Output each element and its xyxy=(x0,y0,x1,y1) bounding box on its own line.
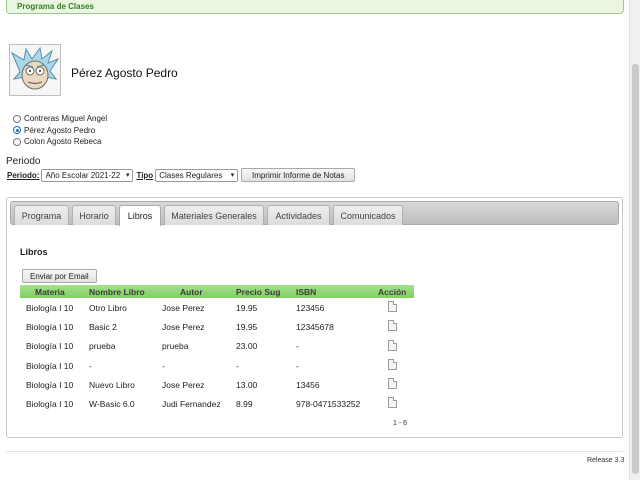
table-row: Biología I 10 Nuevo Libro Jose Perez 13.… xyxy=(20,375,414,394)
cell-isbn: - xyxy=(296,341,299,352)
student-option-label: Contreras Miguel Angel xyxy=(24,114,108,124)
radio-perez[interactable] xyxy=(13,126,21,135)
student-selector: Contreras Miguel Angel Pérez Agosto Pedr… xyxy=(13,113,107,148)
table-row: Biología I 10 - - - - xyxy=(20,356,414,375)
periodo-select-value: Año Escolar 2021-22 xyxy=(45,170,121,180)
cell-autor: Jose Perez xyxy=(162,321,205,332)
student-option[interactable]: Contreras Miguel Angel xyxy=(13,113,107,125)
col-precio-sug[interactable]: Precio Sug xyxy=(236,287,280,297)
cell-materia: Biología I 10 xyxy=(26,302,74,313)
tab-bar: Programa Horario Libros Materiales Gener… xyxy=(10,201,619,226)
cell-autor: prueba xyxy=(162,341,189,352)
periodo-select[interactable]: Año Escolar 2021-22 ▾ xyxy=(41,168,134,182)
cell-isbn: - xyxy=(296,360,299,371)
cell-nombre-libro: Nuevo Libro xyxy=(89,379,135,390)
table-row: Biología I 10 Otro Libro Jose Perez 19.9… xyxy=(20,298,414,317)
cell-materia: Biología I 10 xyxy=(26,360,74,371)
col-isbn[interactable]: ISBN xyxy=(296,287,316,297)
table-header: Materia Nombre Libro Autor Precio Sug IS… xyxy=(20,285,414,298)
tab-horario[interactable]: Horario xyxy=(72,205,116,225)
section-title: Libros xyxy=(20,247,48,257)
cell-nombre-libro: Basic 2 xyxy=(89,321,117,332)
col-accion: Acción xyxy=(378,286,407,297)
radio-contreras[interactable] xyxy=(13,114,21,123)
cell-precio: 8.99 xyxy=(236,399,253,410)
filter-row: Periodo: Año Escolar 2021-22 ▾ Tipo Clas… xyxy=(7,168,356,182)
banner-title: Programa de Clases xyxy=(17,2,94,11)
periodo-label: Periodo: xyxy=(7,170,40,180)
tabs-panel: Programa Horario Libros Materiales Gener… xyxy=(6,197,623,438)
send-email-button[interactable]: Enviar por Email xyxy=(22,269,97,283)
cell-precio: - xyxy=(236,360,239,371)
cell-precio: 13.00 xyxy=(236,379,258,390)
cell-isbn: 12345678 xyxy=(296,321,334,332)
cell-nombre-libro: Otro Libro xyxy=(89,302,127,313)
document-icon[interactable] xyxy=(388,397,397,409)
tab-comunicados[interactable]: Comunicados xyxy=(333,205,403,225)
tipo-select[interactable]: Clases Regulares ▾ xyxy=(155,168,239,182)
tipo-select-value: Clases Regulares xyxy=(159,170,223,180)
col-materia[interactable]: Materia xyxy=(35,287,65,297)
student-option-label: Pérez Agosto Pedro xyxy=(24,125,96,135)
rick-cartoon-avatar-icon xyxy=(10,46,60,90)
document-icon[interactable] xyxy=(388,358,397,370)
cell-materia: Biología I 10 xyxy=(26,321,74,332)
cell-isbn: 13456 xyxy=(296,379,320,390)
pager-info: 1 - 6 xyxy=(393,420,408,427)
cell-precio: 19.95 xyxy=(236,302,258,313)
cell-precio: 23.00 xyxy=(236,341,258,352)
tab-materiales-generales[interactable]: Materiales Generales xyxy=(164,205,264,225)
periodo-heading: Periodo xyxy=(6,156,41,167)
document-icon[interactable] xyxy=(388,301,397,312)
col-autor[interactable]: Autor xyxy=(180,287,203,297)
student-option[interactable]: Colon Agosto Rebeca xyxy=(13,136,107,148)
cell-materia: Biología I 10 xyxy=(26,379,74,390)
table-row: Biología I 10 prueba prueba 23.00 - xyxy=(20,337,414,356)
cell-isbn: 123456 xyxy=(296,302,325,313)
tab-programa[interactable]: Programa xyxy=(14,205,69,225)
document-icon[interactable] xyxy=(388,378,397,390)
print-report-button[interactable]: Imprimir Informe de Notas xyxy=(241,168,356,182)
cell-materia: Biología I 10 xyxy=(26,341,74,352)
radio-colon[interactable] xyxy=(13,137,21,146)
scrollbar-thumb[interactable] xyxy=(632,64,639,474)
release-version: Release 3.3 xyxy=(587,457,625,464)
chevron-down-icon: ▾ xyxy=(230,172,235,179)
student-option[interactable]: Pérez Agosto Pedro xyxy=(13,125,107,137)
cell-autor: - xyxy=(162,360,165,371)
document-icon[interactable] xyxy=(388,339,397,351)
tipo-label: Tipo xyxy=(136,170,154,180)
cell-nombre-libro: W-Basic 6.0 xyxy=(89,399,135,410)
cell-materia: Biología I 10 xyxy=(26,399,74,410)
table-row: Biología I 10 W-Basic 6.0 Judi Fernandez… xyxy=(20,394,414,413)
cell-isbn: 978-0471533252 xyxy=(296,399,361,410)
document-icon[interactable] xyxy=(388,320,397,332)
cell-nombre-libro: - xyxy=(89,360,92,371)
col-nombre-libro[interactable]: Nombre Libro xyxy=(89,287,145,297)
avatar xyxy=(9,44,61,96)
cell-autor: Judi Fernandez xyxy=(162,399,221,410)
footer-divider xyxy=(6,451,623,452)
student-name: Pérez Agosto Pedro xyxy=(71,66,178,80)
student-option-label: Colon Agosto Rebeca xyxy=(24,137,102,147)
tab-actividades[interactable]: Actividades xyxy=(267,205,330,225)
chevron-down-icon: ▾ xyxy=(125,172,130,179)
cell-nombre-libro: prueba xyxy=(89,341,116,352)
books-table: Materia Nombre Libro Autor Precio Sug IS… xyxy=(20,285,414,414)
cell-autor: Jose Perez xyxy=(162,302,205,313)
top-banner: Programa de Clases xyxy=(6,0,624,14)
vertical-scrollbar[interactable] xyxy=(629,0,640,480)
table-row: Biología I 10 Basic 2 Jose Perez 19.95 1… xyxy=(20,317,414,336)
tab-libros[interactable]: Libros xyxy=(119,205,161,226)
cell-autor: Jose Perez xyxy=(162,379,205,390)
cell-precio: 19.95 xyxy=(236,321,258,332)
